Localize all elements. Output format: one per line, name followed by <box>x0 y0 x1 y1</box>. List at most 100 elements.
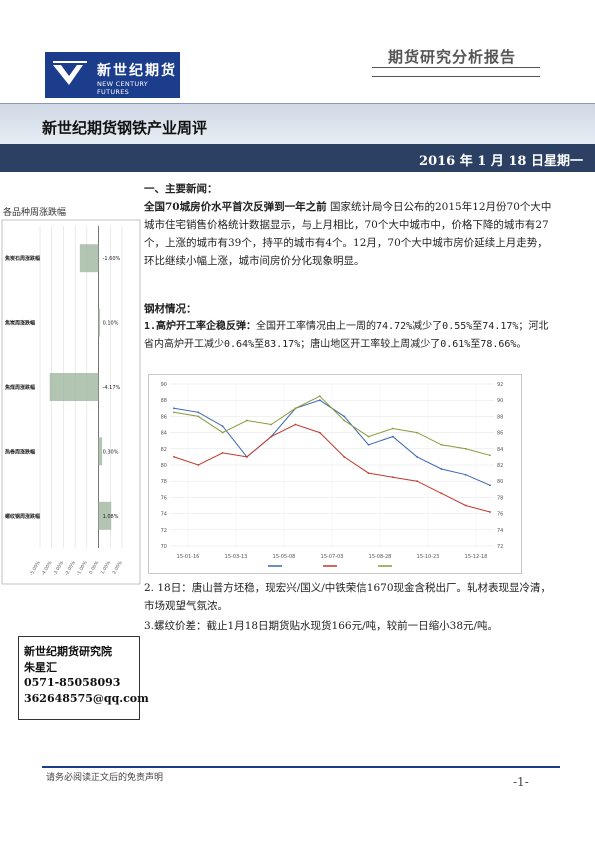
line-point <box>416 480 418 483</box>
x-tick-label: 15-03-13 <box>225 554 248 560</box>
right-tick-label: 88 <box>497 414 503 420</box>
left-tick-label: 90 <box>161 382 167 388</box>
line-point <box>318 395 321 398</box>
left-tick-label: 76 <box>161 495 167 501</box>
bar-tick-label: -3.00% <box>52 559 66 576</box>
bar-tick-label: -1.00% <box>75 559 89 576</box>
bar-tick-label: 2.00% <box>111 559 124 575</box>
bar-chart-frame <box>1 219 141 585</box>
line-point <box>391 427 394 430</box>
bar-tick-label: 1.00% <box>100 559 113 575</box>
right-tick-label: 84 <box>497 447 503 453</box>
bar-value-label: 1.08% <box>103 514 119 520</box>
logo-mark-icon <box>53 61 87 85</box>
footer-disclaimer: 请务必阅读正文后的免责声明 <box>46 773 164 783</box>
bar-value-label: -1.60% <box>103 256 121 262</box>
company-logo: 新世纪期货 NEW CENTURY FUTURES <box>45 52 180 98</box>
line-point <box>367 443 370 446</box>
line-point <box>343 415 346 418</box>
right-tick-label: 76 <box>497 512 503 518</box>
bar-chart-caption: 各品种周涨跌幅 <box>3 208 67 218</box>
left-tick-label: 88 <box>161 398 167 404</box>
line-point <box>440 468 443 470</box>
left-tick-label: 80 <box>161 463 167 469</box>
bar-tick-label: -4.00% <box>40 559 54 576</box>
blast-furnace-paragraph: 1.高炉开工率企稳反弹：全国开工率情况由上一周的74.72%减少了0.55%至7… <box>144 318 556 354</box>
contact-name: 朱星汇 <box>24 661 57 674</box>
item1-lead: 1.高炉开工率企稳反弹： <box>144 321 257 332</box>
line-point <box>197 464 200 466</box>
right-tick-label: 72 <box>497 544 503 550</box>
line-point <box>464 504 467 507</box>
news-lead: 全国70城房价水平首次反弹到一年之前 <box>144 201 327 213</box>
x-tick-label: 15-07-03 <box>321 554 344 560</box>
left-tick-label: 72 <box>161 528 167 534</box>
right-tick-label: 78 <box>497 495 503 501</box>
line-point <box>489 511 491 513</box>
line-point <box>294 407 297 410</box>
left-tick-label: 86 <box>161 414 167 420</box>
line-point <box>221 451 224 454</box>
bar <box>79 244 99 273</box>
right-tick-label: 80 <box>497 479 503 485</box>
bar-tick-label: 0.00% <box>88 559 101 575</box>
x-tick-label: 15-08-28 <box>369 554 392 560</box>
line-point <box>416 431 418 434</box>
item2-paragraph: 2. 18日：唐山普方坯稳，现宏兴/国义/中铁荣信1670现金含税出厂。轧材表现… <box>144 582 552 612</box>
left-tick-label: 70 <box>161 544 167 550</box>
bar-value-label: 0.10% <box>103 321 119 327</box>
report-date: 2016 年 1 月 18 日星期一 <box>419 154 583 169</box>
page-number: -1- <box>513 775 529 789</box>
line-point <box>173 407 175 410</box>
line-point <box>294 423 297 426</box>
line-point <box>173 456 175 458</box>
line-point <box>416 456 418 458</box>
x-tick-label: 15-10-23 <box>417 554 440 560</box>
line-point <box>197 415 200 418</box>
bar <box>98 308 101 337</box>
line-point <box>440 492 443 495</box>
bar-category-label: 热卷周涨跌幅 <box>5 448 35 455</box>
right-tick-label: 90 <box>497 398 503 404</box>
line-point <box>391 435 394 438</box>
line-point <box>270 423 273 426</box>
right-tick-label: 74 <box>497 528 503 534</box>
report-type-rule-bottom <box>372 76 540 77</box>
line-point <box>197 411 200 414</box>
item3-paragraph: 3.螺纹价差：截止1月18日期货贴水现货166元/吨，较前一日缩小38元/吨。 <box>144 620 499 632</box>
section-steel-heading: 钢材情况： <box>144 303 197 315</box>
line-point <box>391 476 394 479</box>
bar-tick-label: -2.00% <box>64 559 78 576</box>
line-point <box>464 447 467 450</box>
operating-rate-line-chart: 90 92 88 90 86 88 84 86 82 84 80 82 78 80 76 78 74 76 72 74… <box>148 374 522 574</box>
line-point <box>367 435 370 438</box>
line-point <box>270 435 273 438</box>
x-tick-label: 15-12-18 <box>465 554 488 560</box>
bar-value-label: 0.30% <box>103 449 119 455</box>
right-tick-label: 92 <box>497 382 503 388</box>
news-paragraph: 全国70城房价水平首次反弹到一年之前 国家统计局今日公布的2015年12月份70… <box>144 198 556 270</box>
line-point <box>246 456 248 458</box>
bar-category-label: 焦炭周涨跌幅 <box>4 320 35 327</box>
line-point <box>173 411 175 414</box>
line-point <box>318 431 321 434</box>
bar <box>98 437 103 466</box>
line-point <box>246 419 248 422</box>
x-tick-label: 15-01-16 <box>177 554 200 560</box>
weekly-change-bar-chart: -5.00% -4.00% -3.00% -2.00% -1.00% 0.00% 1.00%… <box>1 219 141 585</box>
line-point <box>440 443 443 446</box>
line-point <box>343 419 346 422</box>
line-point <box>367 472 370 474</box>
line-point <box>489 454 491 457</box>
line-point <box>318 399 321 402</box>
left-tick-label: 82 <box>161 447 167 453</box>
report-type-rule-top <box>372 67 540 68</box>
line-point <box>489 484 491 487</box>
report-title: 新世纪期货钢铁产业周评 <box>42 119 208 137</box>
logo-en-text: NEW CENTURY FUTURES <box>97 80 149 96</box>
footer-rule <box>42 766 560 768</box>
bar-category-label: 螺纹钢周涨跌幅 <box>5 513 40 520</box>
left-tick-label: 74 <box>161 512 167 518</box>
contact-org: 新世纪期货研究院 <box>24 645 112 658</box>
bar-category-label: 焦炭石周涨跌幅 <box>4 255 40 262</box>
